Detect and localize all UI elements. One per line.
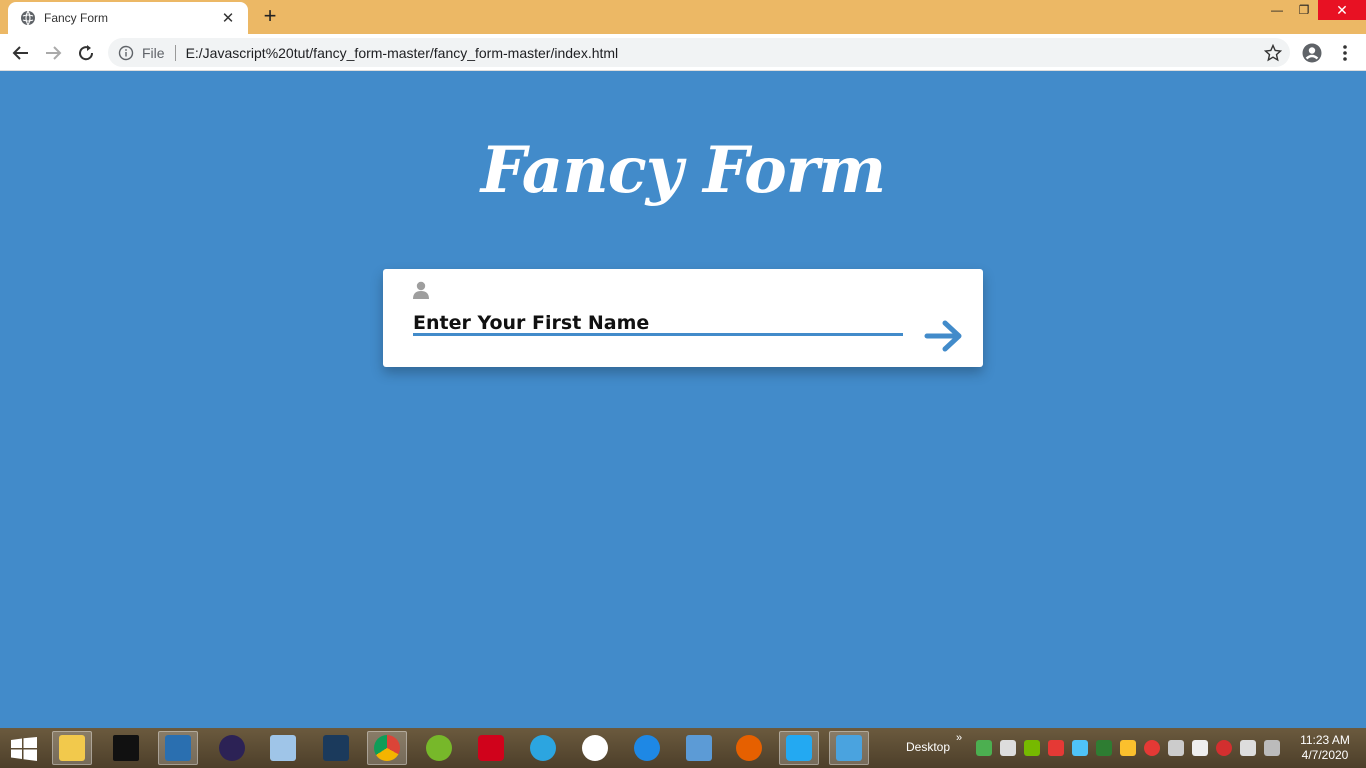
windows-taskbar: Desktop » 11:23 AM 4/7/2020 — [0, 728, 1366, 768]
user-icon — [412, 280, 430, 300]
back-button[interactable] — [8, 40, 34, 66]
form-card: Enter Your First Name — [383, 269, 983, 367]
download-manager-icon[interactable] — [471, 731, 511, 765]
tab-title: Fancy Form — [44, 11, 109, 25]
firefox-icon[interactable] — [729, 731, 769, 765]
tray-display-icon[interactable] — [1072, 740, 1088, 756]
telegram-icon[interactable] — [523, 731, 563, 765]
page-title: Fancy Form — [480, 133, 886, 208]
reload-button[interactable] — [73, 40, 99, 66]
address-url[interactable]: E:/Javascript%20tut/fancy_form-master/fa… — [186, 45, 619, 61]
notepad-icon[interactable] — [263, 731, 303, 765]
tray-signal-icon[interactable] — [1168, 740, 1184, 756]
tray-volume-icon[interactable] — [1240, 740, 1256, 756]
next-arrow-icon[interactable] — [923, 315, 965, 357]
menu-kebab-icon[interactable] — [1334, 42, 1356, 64]
tray-usb-icon[interactable] — [1000, 740, 1016, 756]
restore-button[interactable]: ❐ — [1292, 0, 1316, 20]
first-name-input[interactable]: Enter Your First Name — [413, 312, 903, 334]
browser-toolbar: File E:/Javascript%20tut/fancy_form-mast… — [0, 34, 1366, 71]
desktop-toolbar-label[interactable]: Desktop — [906, 740, 950, 754]
cmd-icon[interactable] — [106, 731, 146, 765]
taskbar-clock[interactable]: 11:23 AM 4/7/2020 — [1294, 733, 1356, 763]
info-icon[interactable] — [118, 45, 134, 61]
eclipse-icon[interactable] — [212, 731, 252, 765]
new-tab-button[interactable]: + — [258, 5, 282, 29]
tray-user-icon[interactable] — [1096, 740, 1112, 756]
address-divider — [174, 44, 176, 61]
page-content: Fancy Form Enter Your First Name — [0, 71, 1366, 728]
clock-time: 11:23 AM — [1300, 733, 1350, 747]
forward-button[interactable] — [40, 40, 66, 66]
profile-avatar-icon[interactable] — [1301, 42, 1323, 64]
arrow-right-icon — [46, 46, 62, 60]
slack-icon[interactable] — [575, 731, 615, 765]
browser-tab[interactable]: Fancy Form ✕ — [8, 2, 248, 34]
input-underline — [413, 333, 903, 336]
tray-clock-icon[interactable] — [1216, 740, 1232, 756]
brackets-icon[interactable] — [158, 731, 198, 765]
arrow-left-icon — [12, 46, 28, 60]
chevron-double-right-icon[interactable]: » — [956, 732, 962, 744]
bookmark-star-icon[interactable] — [1264, 44, 1282, 62]
close-window-button[interactable]: ✕ — [1318, 0, 1366, 20]
remote-desktop-icon[interactable] — [679, 731, 719, 765]
tray-nvidia-icon[interactable] — [1024, 740, 1040, 756]
vscode-icon[interactable] — [779, 731, 819, 765]
photo-viewer-icon[interactable] — [829, 731, 869, 765]
tray-shield-icon[interactable] — [976, 740, 992, 756]
tray-network-icon[interactable] — [1120, 740, 1136, 756]
address-scheme-label: File — [142, 44, 165, 61]
minimize-button[interactable]: — — [1262, 0, 1292, 20]
tray-cloud-icon[interactable] — [1192, 740, 1208, 756]
globe-icon — [20, 10, 36, 26]
reload-icon — [79, 45, 94, 61]
tray-notification-icon[interactable] — [1264, 740, 1280, 756]
tray-pdf-icon[interactable] — [1048, 740, 1064, 756]
tray-opera-icon[interactable] — [1144, 740, 1160, 756]
browser-tabstrip: Fancy Form ✕ + — ❐ ✕ — [0, 0, 1366, 34]
tab-close-icon[interactable]: ✕ — [220, 9, 236, 27]
address-bar[interactable]: File E:/Javascript%20tut/fancy_form-mast… — [108, 38, 1290, 67]
clock-date: 4/7/2020 — [1301, 748, 1349, 762]
chrome-icon[interactable] — [367, 731, 407, 765]
mysql-workbench-icon[interactable] — [316, 731, 356, 765]
windows-start-icon[interactable] — [10, 737, 38, 761]
utorrent-icon[interactable] — [419, 731, 459, 765]
file-explorer-icon[interactable] — [52, 731, 92, 765]
sync-icon[interactable] — [627, 731, 667, 765]
